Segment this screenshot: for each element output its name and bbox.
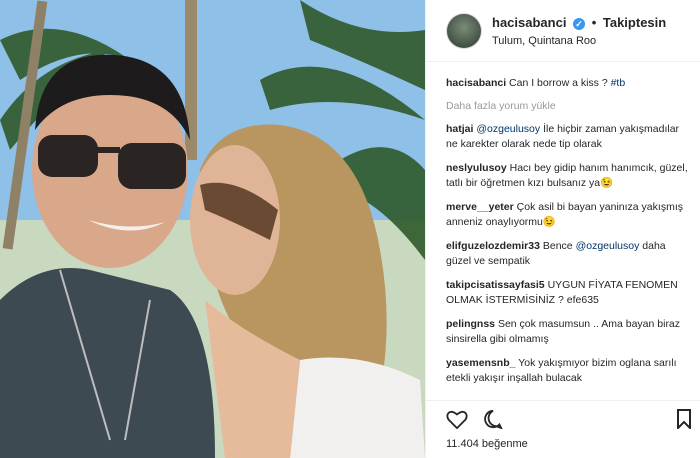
- comment-item: merve__yeter Çok asil bi bayan yaninıza …: [446, 200, 693, 231]
- comment-username[interactable]: takipcisatissayfasi5: [446, 279, 545, 291]
- post-photo[interactable]: [0, 0, 425, 458]
- comment-username[interactable]: pelingnss: [446, 318, 495, 330]
- likes-count[interactable]: 11.404 beğenme: [446, 438, 528, 450]
- comment-item: pelingnss Sen çok masumsun .. Ama bayan …: [446, 317, 693, 348]
- post-header: hacisabanci ✓ • Takiptesin Tulum, Quinta…: [426, 0, 700, 62]
- comment-username[interactable]: neslyulusoy: [446, 162, 507, 174]
- avatar[interactable]: [446, 13, 482, 49]
- post-author: hacisabanci ✓ • Takiptesin: [492, 15, 666, 30]
- bookmark-icon[interactable]: [676, 409, 692, 434]
- heart-icon[interactable]: [446, 409, 468, 434]
- photo-illustration: [0, 0, 425, 458]
- comment-username[interactable]: yasemensnb_: [446, 357, 515, 369]
- verified-badge-icon: ✓: [573, 17, 586, 30]
- action-bar: [426, 400, 700, 431]
- comment-mention[interactable]: @ozgeulusoy: [576, 240, 640, 252]
- comment-item: hatjai @ozgeulusoy İle hiçbir zaman yakı…: [446, 122, 693, 153]
- following-button[interactable]: Takiptesin: [603, 15, 666, 30]
- comment-prefix: Bence: [542, 239, 573, 252]
- comment-item: neslyulusoy Hacı bey gidip hanım hanımcı…: [446, 161, 693, 192]
- load-more-comments[interactable]: Daha fazla yorum yükle: [446, 100, 693, 112]
- comment-username[interactable]: hatjai: [446, 123, 473, 135]
- caption-text: Can I borrow a kiss ?: [509, 77, 608, 89]
- post-location[interactable]: Tulum, Quintana Roo: [492, 35, 596, 47]
- comment-item: yasemensnb_ Yok yakışmıyor bizim oglana …: [446, 356, 693, 387]
- caption-hashtag[interactable]: #tb: [611, 77, 626, 89]
- comment-item: elifguzelozdemir33 Bence @ozgeulusoy dah…: [446, 239, 693, 270]
- comments-list[interactable]: hacisabanci Can I borrow a kiss ? #tb Da…: [426, 62, 700, 395]
- author-username[interactable]: hacisabanci: [492, 15, 566, 30]
- comment-username[interactable]: elifguzelozdemir33: [446, 240, 540, 252]
- comment-icon[interactable]: [482, 409, 504, 434]
- comment-item: takipcisatissayfasi5 UYGUN FİYATA FENOME…: [446, 278, 693, 309]
- comment-username[interactable]: merve__yeter: [446, 201, 514, 213]
- caption-username[interactable]: hacisabanci: [446, 77, 506, 89]
- caption: hacisabanci Can I borrow a kiss ? #tb: [446, 76, 693, 92]
- post-details-panel: hacisabanci ✓ • Takiptesin Tulum, Quinta…: [425, 0, 700, 458]
- separator-dot: •: [591, 15, 597, 30]
- comment-mention[interactable]: @ozgeulusoy: [476, 123, 540, 135]
